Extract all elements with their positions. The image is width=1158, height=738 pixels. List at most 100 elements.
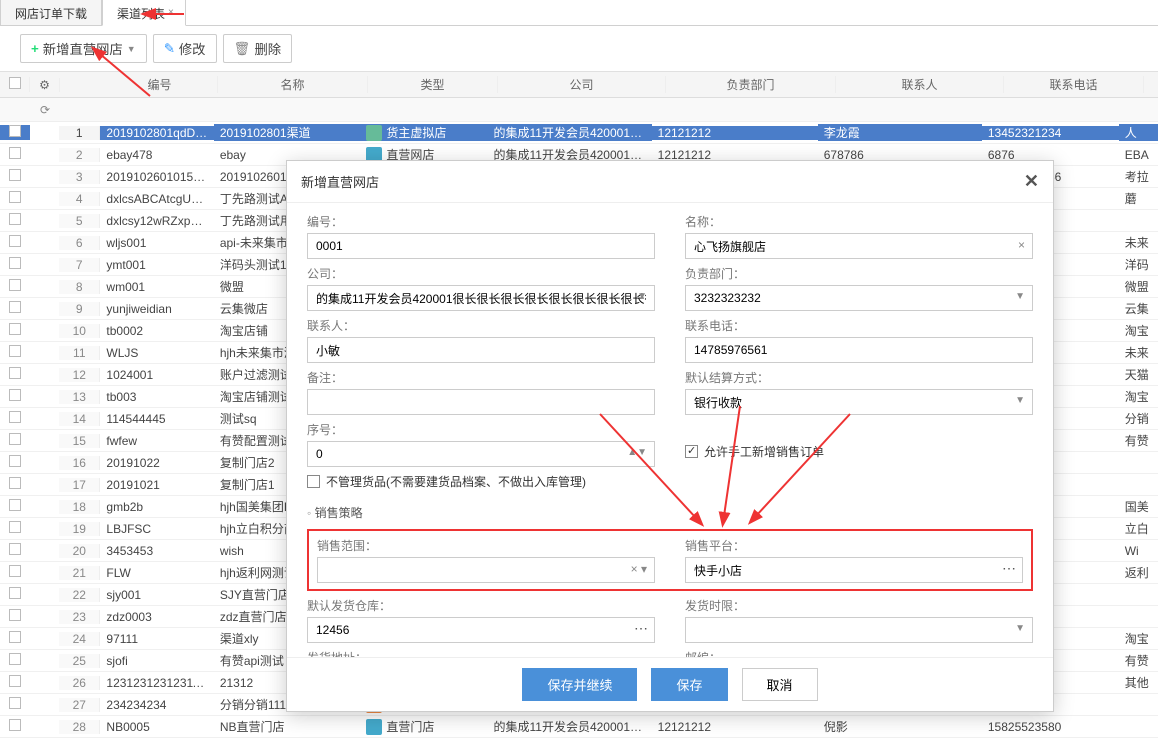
spinner-icon[interactable]: ▲▼ [627,447,647,458]
row-checkbox[interactable] [9,631,21,643]
toolbar: +新增直营网店▼ ✎修改 🗑删除 [0,26,1158,72]
phone-input[interactable] [685,337,1033,363]
row-checkbox[interactable] [9,301,21,313]
label-ship-addr: 发货地址： [307,649,655,657]
top-tabs: 网店订单下载 渠道列表× [0,0,1158,26]
label-settle: 默认结算方式： [685,369,1033,386]
row-checkbox[interactable] [9,477,21,489]
label-name: 名称： [685,213,1033,230]
row-checkbox[interactable] [9,499,21,511]
label-warehouse: 默认发货仓库： [307,597,655,614]
strategy-section-head: 销售策略 [307,496,1033,529]
row-checkbox[interactable] [9,125,21,137]
clear-icon[interactable]: × [1018,238,1025,252]
row-checkbox[interactable] [9,455,21,467]
row-checkbox[interactable] [9,191,21,203]
label-phone: 联系电话： [685,317,1033,334]
row-checkbox[interactable] [9,565,21,577]
select-all-checkbox[interactable] [9,77,21,89]
label-zip: 邮编： [685,649,1033,657]
seq-input[interactable] [307,441,655,467]
close-icon[interactable]: ✕ [1024,171,1039,192]
row-checkbox[interactable] [9,213,21,225]
contact-input[interactable] [307,337,655,363]
settle-select[interactable] [685,389,1033,415]
caret-down-icon: ▼ [1015,623,1025,634]
refresh-icon[interactable]: ⟳ [40,103,50,117]
ship-limit-select[interactable] [685,617,1033,643]
trash-icon: 🗑 [234,41,251,57]
close-icon[interactable]: × [168,7,174,18]
caret-down-icon: ▼ [637,291,647,302]
row-checkbox[interactable] [9,411,21,423]
save-continue-button[interactable]: 保存并继续 [522,668,637,701]
label-platform: 销售平台： [685,537,1023,554]
caret-down-icon: ▼ [127,44,136,54]
pencil-icon: ✎ [164,41,175,57]
label-ship-limit: 发货时限： [685,597,1033,614]
row-checkbox[interactable] [9,235,21,247]
tab-download[interactable]: 网店订单下载 [0,0,102,25]
row-checkbox[interactable] [9,543,21,555]
table-row[interactable]: 28NB0005NB直营门店直营门店的集成11开发会员420001很长很...1… [0,716,1158,738]
name-input[interactable] [685,233,1033,259]
allow-manual-checkbox[interactable]: 允许手工新增销售订单 [685,443,1033,460]
company-select[interactable] [307,285,655,311]
gear-icon[interactable]: ⚙ [39,78,50,92]
edit-button[interactable]: ✎修改 [153,34,217,63]
header-company: 公司 [498,76,666,93]
platform-input[interactable] [685,557,1023,583]
tab-channel-list[interactable]: 渠道列表× [102,0,186,26]
clear-icon[interactable]: × ▾ [631,562,647,576]
checkmark-icon [307,475,320,488]
plus-icon: + [31,41,39,56]
add-store-modal: 新增直营网店 ✕ 编号： 名称： × 公司： ▼ 负责部门： ▼ [286,160,1054,712]
cancel-button[interactable]: 取消 [742,668,818,701]
dept-select[interactable] [685,285,1033,311]
row-checkbox[interactable] [9,169,21,181]
row-checkbox[interactable] [9,279,21,291]
grid-header: ⚙ 编号 名称 类型 公司 负责部门 联系人 联系电话 [0,72,1158,98]
row-checkbox[interactable] [9,587,21,599]
label-seq: 序号： [307,421,655,438]
scope-input[interactable] [317,557,655,583]
lookup-icon[interactable]: ⋯ [634,620,647,637]
row-checkbox[interactable] [9,389,21,401]
label-company: 公司： [307,265,655,282]
no-goods-checkbox[interactable]: 不管理货品(不需要建货品档案、不做出入库管理) [307,473,1033,490]
row-checkbox[interactable] [9,433,21,445]
save-button[interactable]: 保存 [651,668,727,701]
row-checkbox[interactable] [9,675,21,687]
code-input[interactable] [307,233,655,259]
row-checkbox[interactable] [9,653,21,665]
row-checkbox[interactable] [9,609,21,621]
modal-title: 新增直营网店 [301,172,379,191]
remark-input[interactable] [307,389,655,415]
delete-button[interactable]: 🗑删除 [223,34,293,63]
label-scope: 销售范围： [317,537,655,554]
caret-down-icon: ▼ [1015,395,1025,406]
row-checkbox[interactable] [9,147,21,159]
header-dept: 负责部门 [666,76,836,93]
row-checkbox[interactable] [9,697,21,709]
header-name: 名称 [218,76,368,93]
header-code: 编号 [102,76,218,93]
label-code: 编号： [307,213,655,230]
label-remark: 备注： [307,369,655,386]
header-type: 类型 [368,76,498,93]
row-checkbox[interactable] [9,345,21,357]
header-phone: 联系电话 [1004,76,1144,93]
row-checkbox[interactable] [9,367,21,379]
row-checkbox[interactable] [9,257,21,269]
lookup-icon[interactable]: ⋯ [1002,560,1015,577]
label-contact: 联系人： [307,317,655,334]
warehouse-input[interactable] [307,617,655,643]
caret-down-icon: ▼ [1015,291,1025,302]
row-checkbox[interactable] [9,521,21,533]
table-row[interactable]: 12019102801qdDJSs...2019102801渠道货主虚拟店的集成… [0,122,1158,144]
row-checkbox[interactable] [9,719,21,731]
checkmark-icon [685,445,698,458]
platform-highlight-box: 销售范围： × ▾ 销售平台： ⋯ [307,529,1033,591]
row-checkbox[interactable] [9,323,21,335]
add-store-button[interactable]: +新增直营网店▼ [20,34,147,63]
